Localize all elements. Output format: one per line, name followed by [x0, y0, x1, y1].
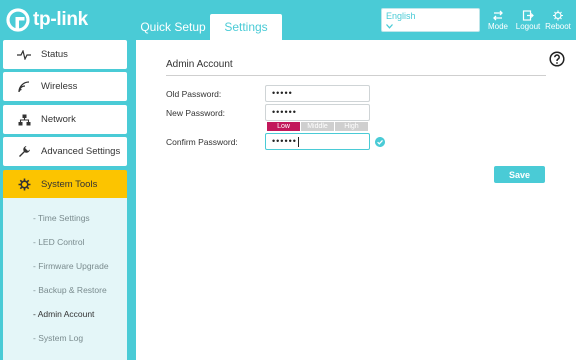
sidebar-item-system-tools[interactable]: System Tools	[3, 170, 127, 199]
tp-link-logo: tp-link	[6, 7, 88, 33]
submenu-led-control[interactable]: - LED Control	[33, 237, 85, 247]
mode-icon	[493, 10, 503, 21]
tp-link-logo-icon	[6, 8, 30, 32]
confirm-password-field[interactable]: ••••••	[265, 133, 370, 150]
section-divider	[166, 75, 546, 76]
password-strength-meter: Low Middle High	[267, 122, 368, 131]
text-caret	[297, 136, 299, 147]
help-icon[interactable]	[549, 51, 565, 67]
strength-high: High	[335, 122, 368, 131]
new-password-field[interactable]: ••••••	[265, 104, 370, 121]
tab-settings[interactable]: Settings	[210, 14, 282, 40]
language-select[interactable]: English	[381, 8, 480, 32]
save-button[interactable]: Save	[494, 166, 545, 183]
old-password-field[interactable]: •••••	[265, 85, 370, 102]
strength-low: Low	[267, 122, 300, 131]
submenu-time-settings[interactable]: - Time Settings	[33, 213, 90, 223]
system-tools-submenu: - Time Settings - LED Control - Firmware…	[3, 198, 127, 360]
submenu-system-log[interactable]: - System Log	[33, 333, 83, 343]
confirm-password-value: ••••••	[272, 136, 297, 146]
submenu-admin-account[interactable]: - Admin Account	[33, 309, 94, 319]
language-selected: English	[386, 11, 416, 21]
old-password-value: •••••	[272, 88, 293, 98]
sidebar-item-wireless[interactable]: Wireless	[3, 72, 127, 101]
sidebar-item-label: Status	[41, 49, 68, 60]
sidebar-item-label: Advanced Settings	[41, 146, 121, 157]
sidebar-item-status[interactable]: Status	[3, 40, 127, 69]
new-password-value: ••••••	[272, 107, 297, 117]
sidebar-item-label: System Tools	[41, 179, 98, 190]
strength-middle: Middle	[301, 122, 334, 131]
new-password-label: New Password:	[166, 108, 226, 118]
reboot-icon	[553, 10, 563, 21]
submenu-firmware-upgrade[interactable]: - Firmware Upgrade	[33, 261, 109, 271]
gear-icon	[17, 178, 31, 192]
wifi-icon	[17, 80, 31, 94]
logout-label: Logout	[515, 22, 541, 31]
tab-quick-setup[interactable]: Quick Setup	[138, 14, 208, 40]
submenu-backup-restore[interactable]: - Backup & Restore	[33, 285, 107, 295]
mode-button[interactable]: Mode	[483, 10, 513, 36]
mode-label: Mode	[487, 22, 508, 31]
section-title: Admin Account	[166, 59, 233, 70]
logout-icon	[522, 10, 534, 21]
confirm-password-label: Confirm Password:	[166, 137, 238, 147]
wrench-icon	[17, 145, 31, 159]
reboot-button[interactable]: Reboot	[543, 10, 573, 36]
sidebar-item-label: Wireless	[41, 81, 78, 92]
sidebar-item-label: Network	[41, 114, 76, 125]
logo-text: tp-link	[33, 9, 88, 30]
chevron-down-icon	[386, 24, 393, 29]
logout-button[interactable]: Logout	[513, 10, 543, 36]
sidebar-item-advanced-settings[interactable]: Advanced Settings	[3, 137, 127, 166]
reboot-label: Reboot	[545, 22, 571, 31]
top-header: tp-link Quick Setup Settings English Mod…	[0, 0, 576, 40]
sidebar-item-network[interactable]: Network	[3, 105, 127, 134]
network-icon	[17, 113, 31, 127]
check-icon	[375, 137, 385, 147]
old-password-label: Old Password:	[166, 89, 222, 99]
pulse-icon	[17, 48, 31, 62]
